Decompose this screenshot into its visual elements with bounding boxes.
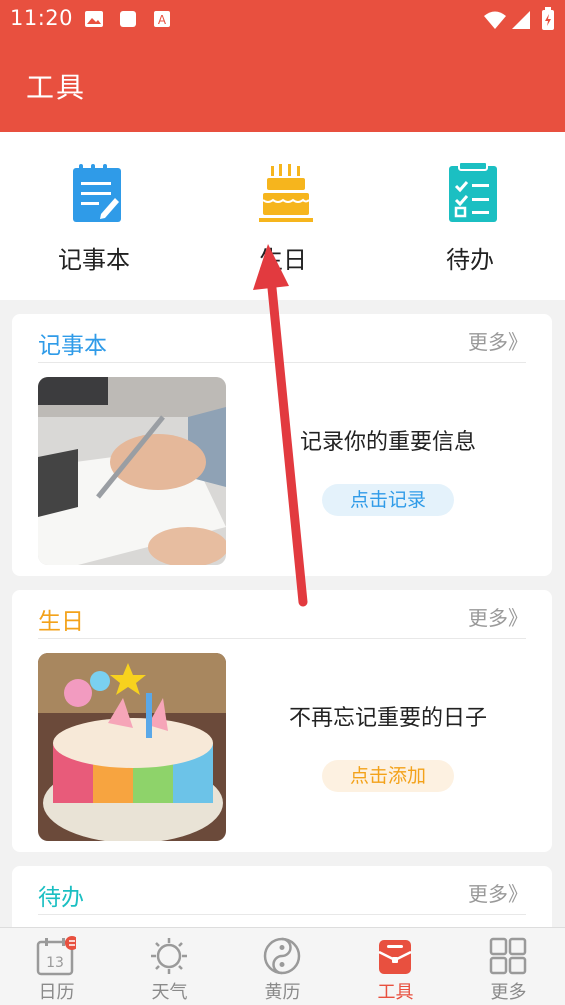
sun-icon: [151, 938, 187, 974]
nav-label: 天气: [151, 982, 188, 1003]
more-link[interactable]: 更多》: [468, 878, 528, 907]
quick-tool-label: 生日: [259, 246, 307, 274]
notepad-card: 记事本 更多》 记录你的重要信息 点击记录: [12, 314, 552, 576]
quick-tool-birthday[interactable]: 生日: [213, 132, 353, 300]
signal-icon: [512, 11, 530, 29]
quick-tool-label: 记事本: [58, 246, 130, 274]
card-title: 待办: [38, 885, 84, 911]
birthday-card: 生日 更多》 不再忘记重要的日子 点击添加: [12, 590, 552, 852]
nav-item-calendar[interactable]: 13 日历: [0, 928, 113, 1005]
nav-label: 黄历: [264, 982, 301, 1003]
card-title: 生日: [38, 609, 84, 635]
app-header: 11:20 A 工具: [0, 0, 565, 132]
add-birthday-button[interactable]: 点击添加: [322, 760, 454, 792]
card-description: 不再忘记重要的日子: [288, 706, 487, 731]
divider: [38, 362, 526, 363]
calendar-icon: 13: [36, 936, 76, 976]
nav-label: 工具: [377, 982, 414, 1003]
more-link[interactable]: 更多》: [468, 602, 528, 631]
notepad-photo: [38, 377, 226, 565]
card-title: 记事本: [38, 333, 107, 359]
nav-item-weather[interactable]: 天气: [113, 928, 226, 1005]
text-notification-icon: A: [154, 11, 170, 27]
yin-yang-icon: [263, 937, 301, 975]
birthday-cake-photo: [38, 653, 226, 841]
page-title: 工具: [26, 71, 87, 104]
divider: [38, 638, 526, 639]
quick-tool-todo[interactable]: 待办: [400, 132, 540, 300]
calendar-day-number: 13: [46, 955, 64, 971]
status-bar: 11:20 A: [0, 0, 565, 38]
battery-icon: [542, 7, 554, 30]
nav-label: 日历: [38, 982, 75, 1003]
toolbox-icon: [378, 940, 412, 974]
divider: [38, 914, 526, 915]
bottom-navigation: 13 日历 天气 黄历 工具 更多: [0, 927, 565, 1005]
quick-tool-label: 待办: [446, 246, 494, 274]
record-button[interactable]: 点击记录: [322, 484, 454, 516]
todo-checklist-icon: [449, 162, 497, 222]
nav-label: 更多: [490, 982, 527, 1003]
quick-tools-row: 记事本 生日 待办: [0, 132, 565, 300]
more-link[interactable]: 更多》: [468, 326, 528, 355]
wifi-icon: [484, 11, 506, 29]
nav-item-more[interactable]: 更多: [452, 928, 565, 1005]
birthday-cake-icon: [259, 164, 313, 222]
app-notification-icon: [120, 11, 136, 27]
card-description: 记录你的重要信息: [299, 430, 476, 455]
svg-text:A: A: [158, 13, 167, 27]
gallery-notification-icon: [85, 11, 103, 27]
status-time: 11:20: [10, 6, 74, 30]
grid-icon: [489, 937, 527, 975]
nav-item-almanac[interactable]: 黄历: [226, 928, 339, 1005]
notepad-icon: [73, 164, 121, 222]
nav-item-tools[interactable]: 工具: [339, 928, 452, 1005]
quick-tool-notepad[interactable]: 记事本: [24, 132, 164, 300]
